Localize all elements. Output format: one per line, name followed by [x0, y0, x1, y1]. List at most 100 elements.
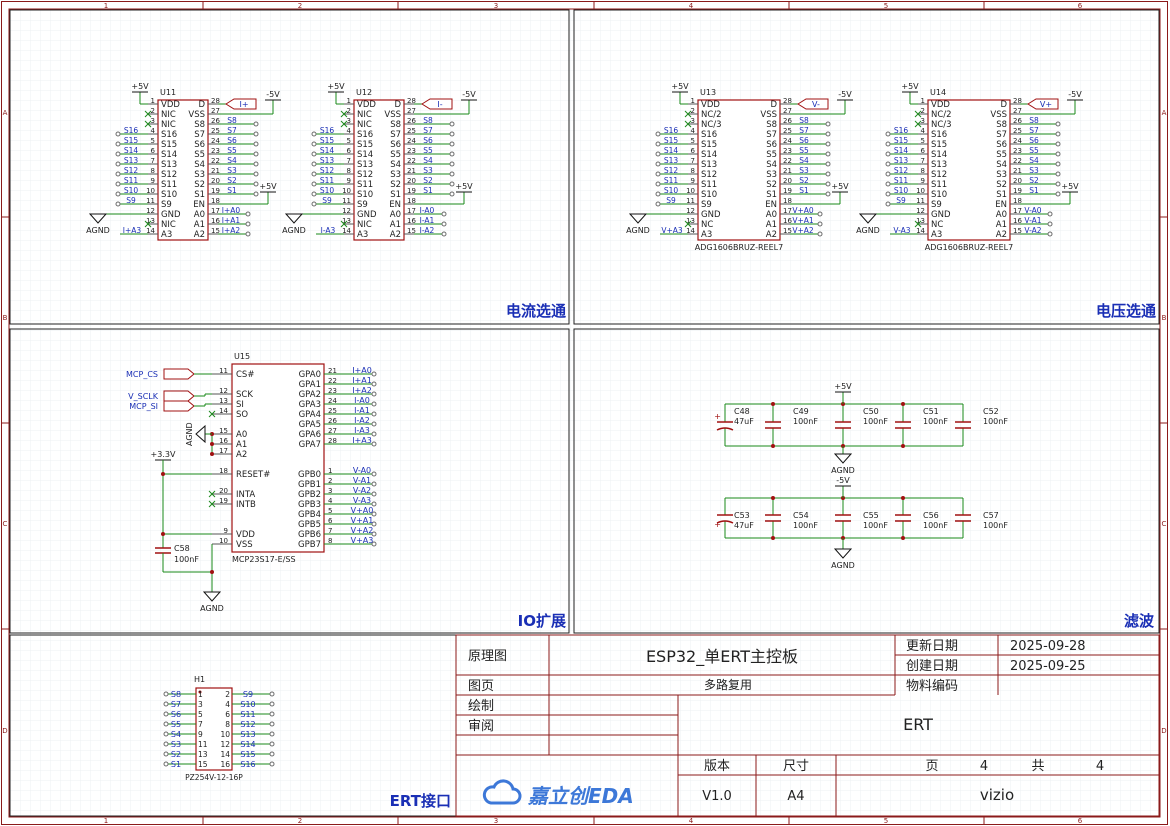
- pin-number: 3: [347, 117, 351, 125]
- net-label: I+A0: [352, 366, 372, 375]
- net-end: [1055, 161, 1061, 167]
- pin-number: 25: [328, 407, 337, 415]
- pin-name: SO: [236, 410, 248, 420]
- pin-name: VSS: [188, 110, 205, 120]
- power-label: +5V: [131, 82, 149, 91]
- pin-number: 18: [219, 467, 228, 475]
- label-size: 尺寸: [783, 759, 809, 774]
- net-label: S16: [320, 126, 335, 135]
- cap-ref: C48: [734, 407, 750, 416]
- net-label: S5: [423, 146, 433, 155]
- pin-name: INTB: [236, 500, 256, 510]
- net-label: V-A1: [353, 476, 371, 485]
- zone-row-label: A: [1162, 109, 1167, 117]
- pin-number: 3: [921, 117, 925, 125]
- net-label: V+A2: [351, 526, 374, 535]
- net-end: [1055, 191, 1061, 197]
- net-label: S11: [320, 176, 335, 185]
- cap-ref: C54: [793, 511, 809, 520]
- pin-number: 28: [328, 437, 337, 445]
- net-end: [269, 711, 275, 717]
- pin-name: CS#: [236, 370, 254, 380]
- net-label: I+A1: [352, 376, 372, 385]
- pin-name: S11: [161, 180, 177, 190]
- pin-number: 5: [691, 137, 695, 145]
- pin-number: 9: [224, 527, 228, 535]
- net-label: S7: [171, 700, 181, 709]
- pin-name: NIC: [161, 120, 176, 130]
- pin-number: 12: [219, 387, 228, 395]
- net-end: [1047, 211, 1053, 217]
- net-label: S2: [423, 176, 433, 185]
- pin-name: GPB6: [298, 530, 321, 540]
- net-label: S5: [171, 720, 181, 729]
- net-label: S8: [1029, 116, 1039, 125]
- pin-name: S14: [357, 150, 373, 160]
- pin-number: 1: [347, 97, 351, 105]
- pin-name: S3: [996, 170, 1007, 180]
- power-label: +5V: [831, 182, 849, 191]
- pin-number: 1: [198, 690, 203, 699]
- spi-port-shape: [163, 400, 195, 412]
- schematic-sheet: 112233445566A AB BC CD D 电流选通 电压选通 IO扩展 滤波 E…: [0, 0, 1170, 826]
- pin-number: 19: [219, 497, 228, 505]
- cap-value: 47uF: [734, 417, 754, 426]
- net-label: I-A1: [420, 216, 435, 225]
- pin-name: EN: [765, 200, 777, 210]
- pin-name: A2: [194, 230, 205, 240]
- net-end: [253, 151, 259, 157]
- net-label: S10: [894, 186, 909, 195]
- pin-name: S16: [161, 130, 177, 140]
- pin-name: S9: [701, 200, 712, 210]
- pin-name: A3: [357, 230, 368, 240]
- label-total: 共: [1031, 759, 1044, 774]
- power-label: +5V: [901, 82, 919, 91]
- zone-col-label: 6: [1078, 2, 1083, 10]
- net-label: S3: [799, 166, 809, 175]
- pin-name: S3: [390, 170, 401, 180]
- pin-name: S1: [194, 190, 205, 200]
- pin-name: EN: [389, 200, 401, 210]
- junction-dot: [210, 442, 214, 446]
- net-end: [449, 161, 455, 167]
- net-label: V+A3: [661, 226, 683, 235]
- ground-label: AGND: [200, 604, 224, 613]
- net-label: S15: [124, 136, 139, 145]
- chip-part: ADG1606BRUZ-REEL7: [695, 243, 783, 252]
- net-end: [163, 741, 169, 747]
- spi-port-shape: [163, 390, 195, 402]
- net-end: [311, 131, 317, 137]
- net-label: S13: [124, 156, 139, 165]
- net-end: [1047, 231, 1053, 237]
- cap-value: 100nF: [923, 417, 948, 426]
- net-label: S13: [320, 156, 335, 165]
- net-end: [371, 421, 377, 427]
- pin-name: A1: [390, 220, 401, 230]
- cap-ref: C57: [983, 511, 999, 520]
- net-label: V+A3: [351, 536, 374, 545]
- project-name: ERT: [903, 715, 933, 734]
- net-label: I+A1: [222, 216, 241, 225]
- zone-row-label: B: [3, 314, 8, 322]
- pin-name: D: [1000, 100, 1007, 110]
- net-end: [1055, 141, 1061, 147]
- label-partno: 物料编码: [906, 679, 958, 694]
- pin-number: 9: [151, 177, 155, 185]
- net-end: [885, 191, 891, 197]
- pin-number: 1: [921, 97, 925, 105]
- pin-name: A3: [931, 230, 942, 240]
- net-label: S1: [423, 186, 433, 195]
- pin-name: S13: [357, 160, 373, 170]
- zone-col-label: 3: [494, 2, 498, 10]
- power-label: +3.3V: [151, 450, 176, 459]
- pin-number: 6: [921, 147, 926, 155]
- logo-text: 嘉立创EDA: [527, 784, 634, 808]
- net-end: [269, 731, 275, 737]
- pin-name: A0: [996, 210, 1007, 220]
- pin-name: INTA: [236, 490, 255, 500]
- net-label: S14: [124, 146, 139, 155]
- net-label: S6: [423, 136, 433, 145]
- net-end: [115, 131, 121, 137]
- pin-name: S8: [766, 120, 777, 130]
- label-schematic: 原理图: [468, 649, 507, 664]
